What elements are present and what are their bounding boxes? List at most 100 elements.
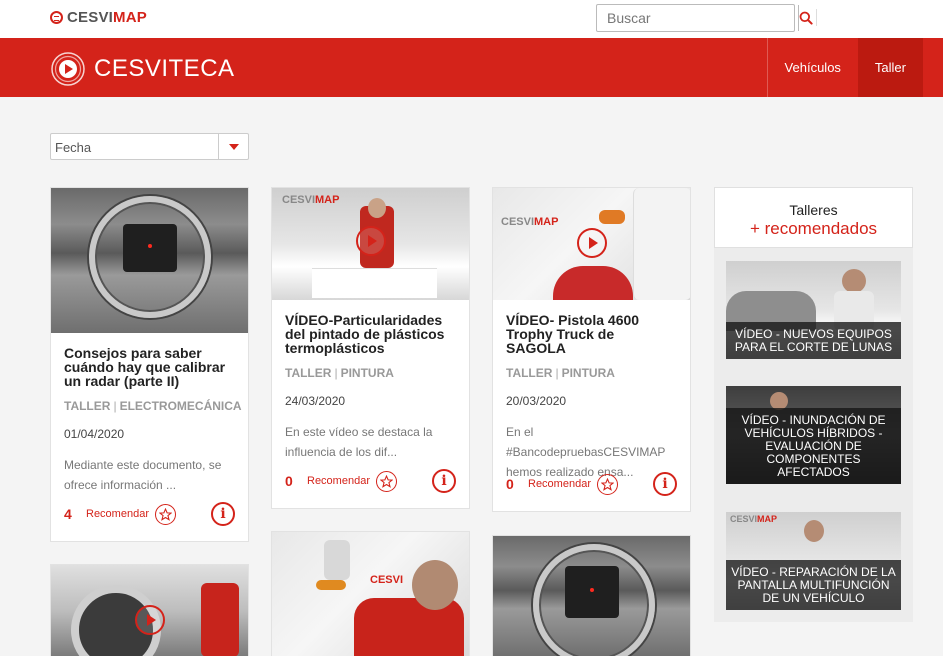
tag[interactable]: TALLER	[285, 366, 331, 380]
mechanic-figure	[201, 583, 239, 656]
search-input[interactable]	[597, 5, 798, 31]
star-icon	[379, 474, 393, 488]
radar-sensor	[123, 224, 177, 272]
recommend-button[interactable]	[596, 473, 618, 495]
tag[interactable]: TALLER	[506, 366, 552, 380]
spray-gun	[599, 210, 625, 224]
article-card[interactable]	[50, 564, 249, 656]
tag[interactable]: PINTURA	[341, 366, 394, 380]
play-icon	[147, 614, 156, 626]
radar-led	[148, 244, 152, 248]
spray-gun	[316, 580, 346, 590]
article-card[interactable]: CESVIMAP VÍDEO-Particularidades del pint…	[271, 187, 470, 509]
card-image[interactable]	[51, 565, 248, 656]
image-watermark: CESVI	[370, 574, 404, 586]
card-date: 20/03/2020	[506, 394, 567, 408]
play-button[interactable]	[356, 226, 386, 256]
cesvimap-logo-icon	[50, 11, 63, 24]
play-icon	[368, 235, 377, 247]
card-tags: TALLER | PINTURA	[285, 366, 394, 380]
card-footer: 4 Recomendar i	[64, 501, 235, 527]
card-tags: TALLER | PINTURA	[506, 366, 615, 380]
recommend-count: 0	[285, 473, 293, 489]
article-card[interactable]: CESVIMAP VÍDEO- Pistola 4600 Trophy Truc…	[492, 187, 691, 512]
recommended-item[interactable]: CESVIMAP VÍDEO - REPARACIÓN DE LA PANTAL…	[726, 512, 901, 610]
cesviteca-play-logo-icon	[51, 52, 85, 86]
search-box	[596, 4, 813, 32]
info-button[interactable]: i	[432, 469, 456, 493]
presenter-head	[804, 520, 824, 542]
table	[312, 268, 437, 298]
card-excerpt: Mediante este documento, se ofrece infor…	[64, 458, 222, 492]
play-icon	[589, 237, 598, 249]
top-bar: CESVI MAP	[0, 0, 943, 38]
star-icon	[158, 507, 172, 521]
spray-gun-cup	[324, 540, 350, 580]
article-card[interactable]: CESVI	[271, 531, 470, 656]
radar-sensor	[565, 566, 619, 618]
card-footer: 0 Recomendar i	[285, 468, 456, 494]
search-button[interactable]	[798, 5, 813, 31]
card-image[interactable]: CESVIMAP	[493, 188, 690, 300]
sort-select-toggle[interactable]	[218, 134, 248, 159]
card-image[interactable]: CESVI	[272, 532, 469, 656]
painter-head	[412, 560, 458, 610]
brand-name-part-1: CESVI	[67, 9, 114, 26]
play-button[interactable]	[135, 605, 165, 635]
tag[interactable]: ELECTROMECÁNICA	[120, 399, 242, 413]
tile-caption: VÍDEO - INUNDACIÓN DE VEHÍCULOS HÍBRIDOS…	[726, 408, 901, 484]
main-header: CESVITECA Vehículos Taller	[0, 38, 943, 97]
card-date: 24/03/2020	[285, 394, 346, 408]
recommended-item[interactable]: VÍDEO - NUEVOS EQUIPOS PARA EL CORTE DE …	[726, 261, 901, 359]
card-image[interactable]	[493, 536, 690, 656]
info-icon: i	[220, 506, 226, 522]
recommend-count: 4	[64, 506, 72, 522]
recommend-button[interactable]	[154, 503, 176, 525]
card-footer: 0 Recomendar i	[506, 471, 677, 497]
recommend-label[interactable]: Recomendar	[307, 475, 370, 487]
recommend-button[interactable]	[375, 470, 397, 492]
nav-vehiculos[interactable]: Vehículos	[766, 38, 858, 97]
cesviteca-logo[interactable]: CESVITECA	[50, 51, 235, 87]
image-watermark: CESVIMAP	[282, 194, 340, 206]
card-image[interactable]: CESVIMAP	[272, 188, 469, 300]
cesvimap-brand[interactable]: CESVI MAP	[50, 9, 147, 26]
nav-taller[interactable]: Taller	[857, 38, 923, 97]
info-button[interactable]: i	[211, 502, 235, 526]
presenter-head	[368, 198, 386, 218]
recommend-label[interactable]: Recomendar	[86, 508, 149, 520]
recommended-item[interactable]: VÍDEO - INUNDACIÓN DE VEHÍCULOS HÍBRIDOS…	[726, 386, 901, 484]
topbar-divider	[816, 9, 817, 26]
recommend-label[interactable]: Recomendar	[528, 478, 591, 490]
tag[interactable]: TALLER	[64, 399, 110, 413]
recommended-sidebar: Talleres + recomendados VÍDEO - NUEVOS E…	[714, 187, 913, 622]
card-title[interactable]: VÍDEO- Pistola 4600 Trophy Truck de SAGO…	[506, 313, 677, 355]
search-icon	[799, 11, 813, 25]
tag[interactable]: PINTURA	[562, 366, 615, 380]
card-image[interactable]	[51, 188, 248, 333]
presenter-head	[842, 269, 866, 293]
play-button[interactable]	[577, 228, 607, 258]
sidebar-heading: Talleres	[789, 202, 838, 218]
recommend-count: 0	[506, 476, 514, 492]
card-title[interactable]: Consejos para saber cuándo hay que calib…	[64, 346, 235, 388]
article-card[interactable]: Consejos para saber cuándo hay que calib…	[50, 187, 249, 542]
sidebar-subheading: + recomendados	[749, 219, 878, 238]
card-tags: TALLER | ELECTROMECÁNICA	[64, 399, 242, 413]
card-date: 01/04/2020	[64, 427, 125, 441]
card-excerpt: En este vídeo se destaca la influencia d…	[285, 425, 433, 459]
info-icon: i	[441, 473, 447, 489]
brand-name-part-2: MAP	[113, 9, 147, 26]
tile-caption: VÍDEO - NUEVOS EQUIPOS PARA EL CORTE DE …	[726, 322, 901, 359]
image-watermark: CESVIMAP	[730, 514, 778, 524]
sort-select[interactable]: Fecha	[50, 133, 249, 160]
sidebar-header: Talleres + recomendados	[714, 187, 913, 248]
info-button[interactable]: i	[653, 472, 677, 496]
painter-figure	[354, 598, 464, 656]
main-nav: Vehículos Taller	[766, 38, 923, 97]
sort-select-value: Fecha	[55, 140, 92, 155]
info-icon: i	[662, 476, 668, 492]
article-card[interactable]	[492, 535, 691, 656]
card-title[interactable]: VÍDEO-Particularidades del pintado de pl…	[285, 313, 456, 355]
red-car-part	[553, 266, 633, 300]
